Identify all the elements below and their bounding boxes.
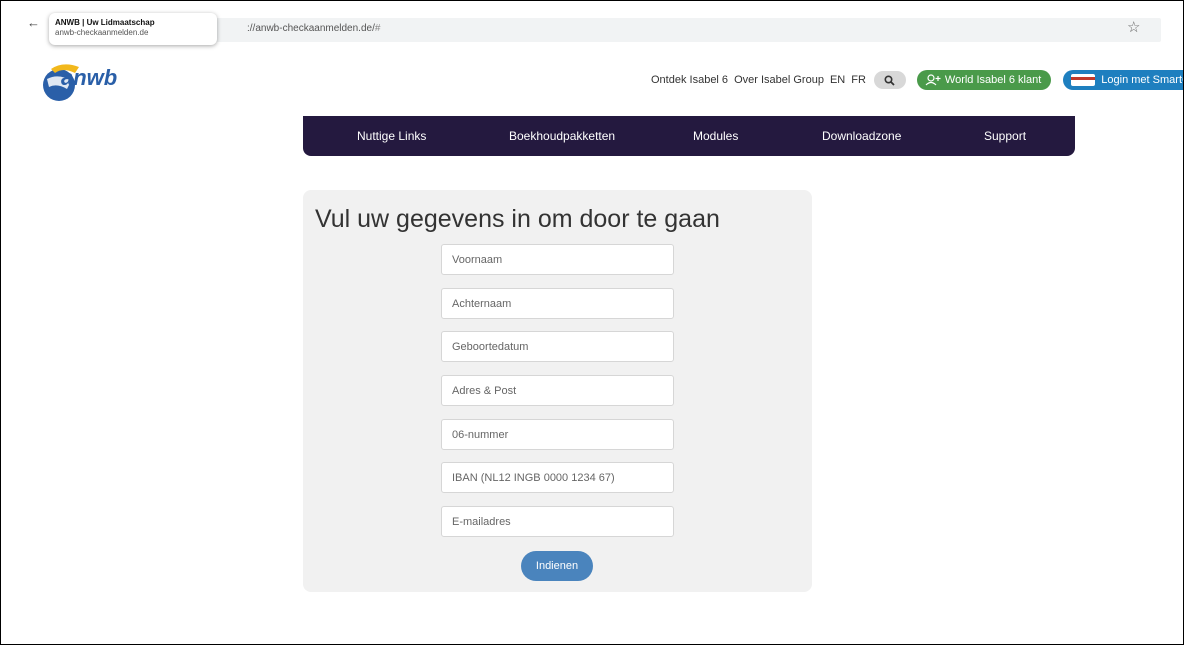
logo-text: anwb bbox=[61, 65, 117, 90]
top-navigation: Ontdek Isabel 6 Over Isabel Group EN FR … bbox=[651, 69, 1183, 91]
nav-nuttige-links[interactable]: Nuttige Links bbox=[357, 129, 426, 143]
search-icon bbox=[884, 74, 896, 86]
url-text[interactable]: ://anwb-checkaanmelden.de/# bbox=[247, 23, 380, 35]
bookmark-star-icon[interactable]: ☆ bbox=[1127, 20, 1140, 35]
tab-domain: anwb-checkaanmelden.de bbox=[55, 28, 149, 37]
smartcard-login-button[interactable]: Login met SmartCa bbox=[1063, 70, 1183, 90]
tab-title: ANWB | Uw Lidmaatschap bbox=[55, 18, 155, 27]
link-ontdek[interactable]: Ontdek Isabel 6 bbox=[651, 74, 728, 86]
link-over[interactable]: Over Isabel Group bbox=[734, 74, 824, 86]
world-client-button[interactable]: World Isabel 6 klant bbox=[916, 70, 1052, 90]
nav-boekhoudpakketten[interactable]: Boekhoudpakketten bbox=[509, 129, 615, 143]
world-client-label: World Isabel 6 klant bbox=[944, 74, 1042, 86]
phone-field[interactable] bbox=[441, 419, 674, 450]
smartcard-icon bbox=[1071, 74, 1096, 86]
tab-tooltip: ANWB | Uw Lidmaatschap anwb-checkaanmeld… bbox=[49, 13, 217, 45]
browser-window: ← ://anwb-checkaanmelden.de/# ☆ ANWB | U… bbox=[0, 0, 1184, 645]
add-user-icon bbox=[925, 74, 941, 86]
iban-field[interactable] bbox=[441, 462, 674, 493]
url-main: ://anwb-checkaanmelden.de/ bbox=[247, 23, 375, 34]
search-button[interactable] bbox=[873, 71, 906, 89]
address-field[interactable] bbox=[441, 375, 674, 406]
lang-fr[interactable]: FR bbox=[851, 74, 866, 86]
email-field[interactable] bbox=[441, 506, 674, 537]
nav-downloadzone[interactable]: Downloadzone bbox=[822, 129, 901, 143]
first-name-field[interactable] bbox=[441, 244, 674, 275]
last-name-field[interactable] bbox=[441, 288, 674, 319]
nav-modules[interactable]: Modules bbox=[693, 129, 738, 143]
lang-en[interactable]: EN bbox=[830, 74, 845, 86]
form-panel: Vul uw gegevens in om door te gaan Indie… bbox=[303, 190, 812, 592]
back-arrow-icon[interactable]: ← bbox=[27, 16, 40, 29]
smartcard-login-label: Login met SmartCa bbox=[1101, 74, 1183, 86]
form-title: Vul uw gegevens in om door te gaan bbox=[315, 205, 720, 233]
main-navigation: Nuttige Links Boekhoudpakketten Modules … bbox=[303, 116, 1075, 156]
birthdate-field[interactable] bbox=[441, 331, 674, 362]
anwb-logo[interactable]: anwb bbox=[41, 57, 121, 103]
nav-support[interactable]: Support bbox=[984, 129, 1026, 143]
url-hash: # bbox=[374, 23, 381, 34]
submit-button[interactable]: Indienen bbox=[521, 551, 593, 581]
